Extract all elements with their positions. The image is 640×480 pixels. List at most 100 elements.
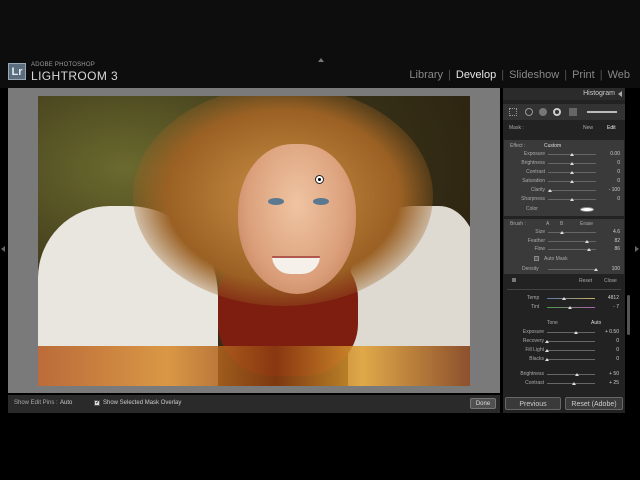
brand-title: LIGHTROOM 3 — [31, 69, 119, 83]
reset-adobe-button[interactable]: Reset (Adobe) — [565, 397, 623, 410]
histogram-title: Histogram — [583, 90, 615, 97]
slider-thumb[interactable] — [570, 180, 574, 183]
photo-leaves — [38, 346, 470, 386]
tone-header: Tone Auto — [503, 319, 625, 329]
slider-thumb[interactable] — [585, 239, 590, 243]
slider-label: Flow — [534, 246, 545, 252]
slider-value: 0 — [616, 338, 619, 344]
effect-section: Effect : Custom Exposure 0.00 Brightness 0 C… — [504, 140, 624, 216]
temp-slider[interactable] — [547, 298, 595, 299]
slider-track[interactable] — [547, 341, 595, 342]
slider-thumb[interactable] — [570, 171, 574, 174]
mask-new-button[interactable]: New — [583, 125, 593, 131]
slider-track[interactable] — [547, 359, 595, 360]
mask-overlay-label: Show Selected Mask Overlay — [103, 400, 182, 406]
module-separator: | — [599, 69, 603, 81]
show-edit-pins-select[interactable]: Auto — [60, 400, 72, 406]
photo-eye-left — [268, 198, 284, 205]
brush-section: Brush : A B Erase Size 4.6 Feather 82 Flow 86… — [504, 219, 624, 274]
slider-label: Exposure — [523, 151, 545, 157]
module-separator: | — [564, 69, 568, 81]
effect-preset-select[interactable]: Custom — [544, 143, 561, 149]
tone-auto-button[interactable]: Auto — [591, 320, 601, 326]
slider-track[interactable] — [547, 374, 595, 375]
brush-erase-button[interactable]: Erase — [580, 221, 593, 227]
lightroom-logo: Lr — [8, 63, 26, 80]
auto-mask-checkbox[interactable] — [534, 256, 539, 261]
mask-edit-button[interactable]: Edit — [607, 125, 616, 131]
module-develop[interactable]: Develop — [456, 69, 496, 81]
slider-track[interactable] — [548, 190, 596, 191]
right-panel-toggle-icon[interactable] — [635, 246, 639, 252]
slider-thumb[interactable] — [560, 231, 565, 234]
edit-pin-icon[interactable] — [315, 175, 324, 184]
brand-subtitle: ADOBE PHOTOSHOP — [31, 62, 95, 68]
slider-label: Contrast — [526, 169, 545, 175]
slider-thumb[interactable] — [545, 349, 549, 352]
slider-value: 4.6 — [613, 229, 620, 235]
density-slider-thumb[interactable] — [594, 268, 598, 271]
slider-thumb[interactable] — [573, 331, 578, 334]
module-library[interactable]: Library — [409, 69, 443, 81]
top-panel-toggle-icon[interactable] — [318, 58, 324, 62]
right-panel: Histogram Mask : New Edit Effect : Custo… — [503, 88, 625, 413]
white-balance-section: Temp 4812 Tint - 7 — [503, 294, 625, 316]
slider-thumb[interactable] — [570, 153, 574, 156]
slider-track[interactable] — [548, 232, 596, 233]
close-button[interactable]: Close — [604, 278, 617, 284]
color-swatch[interactable] — [580, 207, 594, 212]
tone-sliders: Exposure + 0.50 Recovery 0 Fill Light 0 Blacks… — [503, 329, 625, 369]
graduated-filter-icon[interactable] — [553, 108, 561, 116]
slider-value: + 25 — [609, 380, 619, 386]
slider-thumb[interactable] — [574, 373, 579, 376]
tint-value: - 7 — [613, 304, 619, 310]
mask-label: Mask : — [509, 125, 524, 131]
slider-thumb[interactable] — [545, 358, 549, 361]
red-eye-icon[interactable] — [539, 108, 547, 116]
slider-label: Saturation — [522, 178, 545, 184]
density-label: Density — [522, 266, 539, 272]
filter-icon[interactable] — [569, 108, 577, 116]
temp-slider-thumb[interactable] — [561, 297, 566, 300]
top-bar: Lr ADOBE PHOTOSHOP LIGHTROOM 3 Library | D… — [0, 0, 640, 88]
slider-value: + 0.50 — [604, 329, 619, 335]
slider-thumb[interactable] — [545, 340, 549, 343]
done-button[interactable]: Done — [470, 398, 496, 409]
density-slider[interactable] — [548, 269, 596, 270]
left-panel-toggle-icon[interactable] — [1, 246, 5, 252]
slider-value: 0 — [616, 356, 619, 362]
crop-overlay-icon[interactable] — [509, 108, 517, 116]
previous-button[interactable]: Previous — [505, 397, 561, 410]
slider-label: Brightness — [521, 160, 545, 166]
mask-overlay-checkbox[interactable]: ✓ — [94, 400, 100, 406]
color-label: Color — [526, 206, 538, 212]
slider-label: Brightness — [520, 371, 544, 377]
slider-label: Exposure — [522, 329, 544, 335]
slider-thumb[interactable] — [548, 189, 553, 192]
reset-button[interactable]: Reset — [579, 278, 592, 284]
slider-track[interactable] — [547, 332, 595, 333]
tint-slider-thumb[interactable] — [567, 306, 572, 309]
slider-thumb[interactable] — [570, 162, 574, 165]
slider-thumb[interactable] — [570, 198, 574, 201]
module-web[interactable]: Web — [608, 69, 630, 81]
slider-label: Sharpness — [521, 196, 545, 202]
brush-b-button[interactable]: B — [560, 221, 563, 227]
module-print[interactable]: Print — [572, 69, 595, 81]
histogram-header[interactable]: Histogram — [503, 88, 625, 100]
tint-label: Tint — [531, 304, 540, 310]
panel-switch-icon[interactable] — [512, 278, 516, 282]
mask-row: Mask : New Edit — [503, 123, 625, 133]
slider-track[interactable] — [547, 350, 595, 351]
slider-thumb[interactable] — [587, 248, 592, 251]
brush-a-button[interactable]: A — [546, 221, 549, 227]
collapse-icon[interactable] — [618, 91, 622, 97]
brush-label: Brush : — [510, 221, 526, 227]
photo[interactable] — [38, 96, 470, 386]
slider-thumb[interactable] — [571, 382, 576, 385]
adjustment-brush-icon[interactable] — [587, 111, 617, 113]
module-slideshow[interactable]: Slideshow — [509, 69, 559, 81]
spot-removal-icon[interactable] — [525, 108, 533, 116]
panel-scrollbar[interactable] — [627, 295, 630, 335]
slider-label: Contrast — [525, 380, 544, 386]
